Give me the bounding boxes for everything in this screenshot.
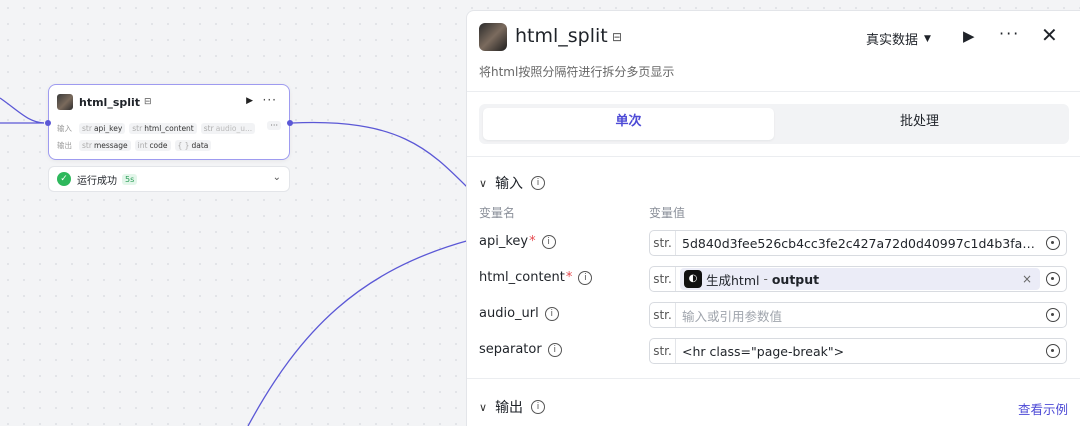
api-key-field[interactable]: str. 5d840d3fee526cb4cc3fe2c427a72d0d409…	[649, 230, 1067, 256]
run-time-badge: 5s	[122, 173, 138, 185]
edge-outgoing	[291, 121, 471, 191]
input-pill: str audio_u...	[200, 122, 256, 134]
audio-url-placeholder[interactable]: 输入或引用参数值	[676, 306, 1040, 325]
ref-separator: -	[763, 272, 768, 286]
view-example-link[interactable]: 查看示例	[1018, 399, 1068, 418]
plugin-avatar	[57, 94, 73, 110]
type-tag: str.	[650, 339, 676, 363]
edge-lower	[247, 239, 471, 426]
chevron-down-icon: ∨	[479, 176, 488, 190]
close-icon[interactable]: ✕	[1041, 23, 1058, 47]
output-section-title: 输出	[495, 400, 524, 416]
divider	[467, 91, 1080, 92]
inputs-label: 输入	[57, 123, 72, 133]
input-pill: str html_content	[129, 122, 197, 134]
separator-field[interactable]: str. <hr class="page-break">	[649, 338, 1067, 364]
tab-batch[interactable]: 批处理	[774, 108, 1065, 140]
input-section-header[interactable]: ∨ 输入 i	[479, 173, 546, 193]
output-pill: str message	[79, 139, 131, 151]
plugin-avatar	[479, 23, 507, 51]
info-icon[interactable]: i	[544, 306, 559, 321]
more-icon[interactable]: ···	[263, 93, 277, 107]
html-split-node[interactable]: html_split ⊟ ▶ ··· 输入 str api_key str html…	[45, 84, 293, 160]
reference-target-icon[interactable]	[1046, 272, 1060, 286]
divider	[467, 156, 1080, 157]
node-avatar-icon: ◐	[684, 270, 702, 288]
more-icon[interactable]: ···	[999, 24, 1020, 43]
output-pill: int code	[134, 139, 171, 151]
run-status-card[interactable]: ✓ 运行成功 5s ⌄	[48, 166, 290, 192]
info-icon[interactable]: i	[578, 270, 593, 285]
status-text: 运行成功	[77, 175, 117, 187]
input-pill: str api_key	[79, 122, 126, 134]
required-mark: *	[529, 234, 536, 249]
output-section-header[interactable]: ∨ 输出 i	[479, 397, 546, 417]
api-key-value[interactable]: 5d840d3fee526cb4cc3fe2c427a72d0d40997c1d…	[676, 236, 1040, 251]
reference-target-icon[interactable]	[1046, 344, 1060, 358]
separator-value[interactable]: <hr class="page-break">	[676, 344, 1040, 359]
panel-description: 将html按照分隔符进行拆分多页显示	[479, 65, 675, 79]
reference-target-icon[interactable]	[1046, 236, 1060, 250]
panel-title: html_split	[515, 25, 608, 47]
info-icon[interactable]: i	[531, 400, 546, 414]
param-name-audio-url: audio_url i	[479, 306, 559, 321]
info-icon[interactable]: i	[547, 342, 562, 357]
param-name-api-key: api_key * i	[479, 234, 556, 249]
output-pill: { } data	[174, 139, 212, 151]
data-source-select[interactable]: 真实数据 ▼	[866, 29, 931, 48]
column-header-name: 变量名	[479, 206, 516, 220]
chevron-down-icon: ∨	[479, 400, 488, 414]
store-icon: ⊟	[144, 97, 152, 107]
info-icon[interactable]: i	[541, 234, 556, 249]
run-button[interactable]: ▶	[963, 27, 975, 45]
audio-url-field[interactable]: str. 输入或引用参数值	[649, 302, 1067, 328]
output-port[interactable]	[287, 120, 293, 126]
info-icon[interactable]: i	[531, 176, 546, 190]
reference-chip[interactable]: ◐ 生成html - output ×	[680, 268, 1040, 290]
clear-icon[interactable]: ×	[1022, 272, 1036, 286]
node-inputs-row: 输入 str api_key str html_content str audio_u…	[57, 121, 281, 135]
outputs-label: 输出	[57, 140, 72, 150]
more-inputs-button[interactable]: ···	[267, 121, 281, 130]
html-content-field[interactable]: str. ◐ 生成html - output ×	[649, 266, 1067, 292]
node-detail-panel: html_split ⊟ 真实数据 ▼ ▶ ··· ✕ 将html按照分隔符进行…	[466, 10, 1080, 426]
success-check-icon: ✓	[57, 172, 71, 186]
type-tag: str.	[650, 267, 676, 291]
node-title: html_split	[79, 95, 141, 109]
type-tag: str.	[650, 231, 676, 255]
input-section-title: 输入	[495, 176, 524, 192]
divider	[467, 378, 1080, 379]
param-name-html-content: html_content * i	[479, 270, 593, 285]
param-name-separator: separator i	[479, 342, 562, 357]
tab-single[interactable]: 单次	[483, 108, 774, 140]
caret-down-icon: ▼	[924, 33, 931, 44]
mode-tabs: 单次 批处理	[479, 104, 1069, 144]
chevron-down-icon[interactable]: ⌄	[273, 172, 281, 183]
input-port[interactable]	[45, 120, 51, 126]
edge-incoming	[0, 97, 45, 124]
reference-target-icon[interactable]	[1046, 308, 1060, 322]
store-icon: ⊟	[612, 30, 623, 44]
data-source-value: 真实数据	[866, 33, 919, 48]
ref-node-name: 生成html	[706, 272, 760, 288]
column-header-value: 变量值	[649, 206, 686, 220]
required-mark: *	[565, 270, 573, 285]
run-icon[interactable]: ▶	[246, 96, 253, 106]
type-tag: str.	[650, 303, 676, 327]
node-outputs-row: 输出 str message int code { } data	[57, 138, 281, 152]
ref-variable: output	[771, 271, 820, 287]
